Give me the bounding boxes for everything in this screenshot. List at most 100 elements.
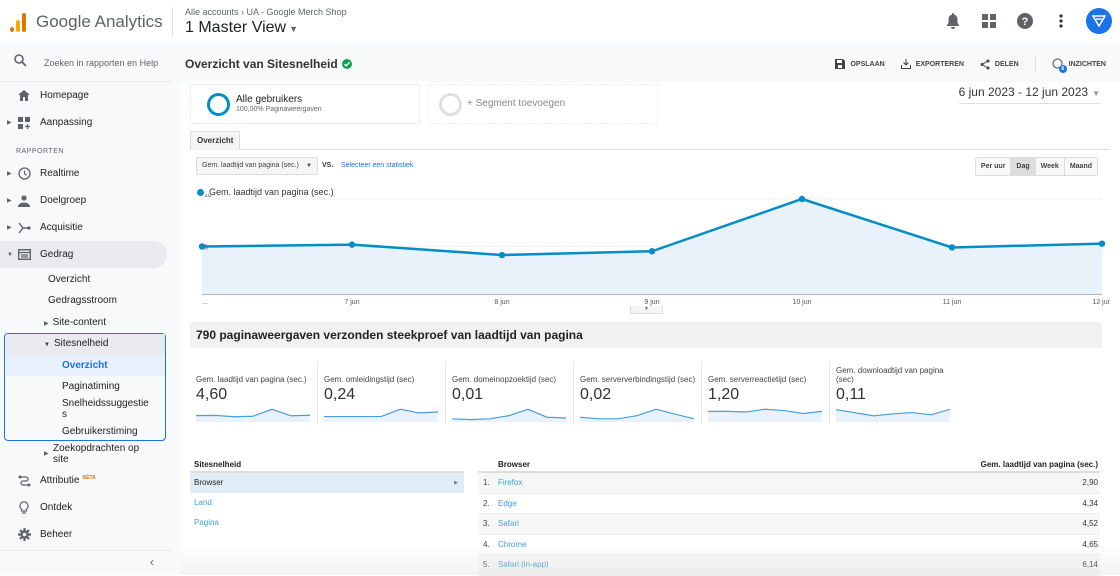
browser-link[interactable]: Edge	[498, 494, 517, 514]
sidebar-subitem-snelheidssuggesties[interactable]: Snelheidssuggestie s	[62, 398, 152, 420]
collapse-sidebar-chevron-icon[interactable]: ‹	[150, 555, 154, 569]
sparkline-chart	[452, 408, 566, 422]
sidebar-item-label: Doelgroep	[40, 195, 87, 206]
sidebar-subitem-overzicht-active[interactable]: Overzicht	[62, 360, 108, 371]
more-vert-icon[interactable]	[1050, 10, 1072, 32]
sidebar-item-realtime[interactable]: ▶ Realtime	[0, 160, 167, 187]
data-point[interactable]	[798, 195, 806, 203]
sidebar-item-aanpassing[interactable]: ▶ Aanpassing	[0, 109, 167, 136]
gear-icon	[17, 528, 31, 542]
breadcrumb[interactable]: Alle accounts › UA - Google Merch Shop	[185, 7, 347, 17]
sidebar-item-label: Acquisitie	[40, 222, 83, 233]
period-day-button[interactable]: Dag	[1011, 158, 1036, 175]
sidebar-subitem-sitesnelheid[interactable]: ▼ Sitesnelheid	[44, 338, 108, 349]
sidebar-subitem-overzicht[interactable]: Overzicht	[48, 274, 90, 285]
label: Zoekopdrachten op site	[53, 443, 140, 465]
sparkline-metric[interactable]: Gem. domeinopzoektijd (sec) 0,01	[446, 362, 574, 424]
sidebar-subitem-zoekopdrachten[interactable]: ▶ Zoekopdrachten op site	[44, 443, 144, 465]
metric-select[interactable]: Gem. laadtijd van pagina (sec.) ▼	[196, 157, 318, 175]
sparkline-metric[interactable]: Gem. laadtijd van pagina (sec.) 4,60	[190, 362, 318, 424]
metric-value: 0,11	[836, 386, 866, 403]
column-header-load-time[interactable]: Gem. laadtijd van pagina (sec.)	[981, 460, 1098, 469]
ga-logo[interactable]: Google Analytics	[10, 12, 170, 32]
bell-icon[interactable]	[942, 10, 964, 32]
sidebar-item-label: Beheer	[40, 529, 73, 540]
dimension-row-browser[interactable]: Browser ▶	[190, 473, 464, 493]
select-statistic-link[interactable]: Selecteer een statistiek	[341, 162, 413, 169]
data-point[interactable]	[648, 248, 656, 255]
table-row: 2. Edge 4,34	[478, 494, 1100, 514]
x-tick-label: 7 jun	[344, 299, 359, 306]
view-name: 1 Master View	[185, 19, 287, 36]
export-button[interactable]: EXPORTEREN	[900, 59, 964, 69]
sparkline-area	[324, 409, 438, 422]
data-point[interactable]	[348, 241, 356, 248]
sidebar-subitem-site-content[interactable]: ▶ Site-content	[44, 317, 106, 328]
x-tick-label: 10 jun	[792, 299, 811, 306]
tab-overzicht[interactable]: Overzicht	[190, 131, 241, 150]
date-range-picker[interactable]: 6 jun 2023 - 12 jun 2023 ▼	[958, 84, 1100, 104]
metric-select-value: Gem. laadtijd van pagina (sec.)	[202, 162, 299, 169]
account-avatar[interactable]	[1086, 8, 1112, 34]
metric-label: Gem. domeinopzoektijd (sec)	[452, 375, 557, 384]
insights-button[interactable]: 8 INZICHTEN	[1052, 58, 1106, 73]
sidebar-item-acquisitie[interactable]: ▶ Acquisitie	[0, 214, 167, 241]
y-tick-label: 5	[204, 245, 208, 252]
top-bar: Google Analytics Alle accounts › UA - Go…	[0, 0, 1120, 44]
column-header-browser: Browser	[498, 460, 531, 469]
sparkline-metric[interactable]: Gem. serverreactietijd (sec) 1,20	[702, 362, 830, 424]
sidebar-item-ontdek[interactable]: Ontdek	[0, 494, 167, 521]
dimension-row-pagina[interactable]: Pagina	[190, 513, 464, 533]
sidebar-item-attributie[interactable]: Attributie BÈTA	[0, 467, 167, 494]
date-range-text: 6 jun 2023 - 12 jun 2023	[958, 85, 1089, 99]
chart-scroll-handle[interactable]: ▼	[630, 306, 663, 314]
account-picker[interactable]: Alle accounts › UA - Google Merch Shop 1…	[185, 7, 347, 37]
metric-label: Gem. serverreactietijd (sec)	[708, 375, 807, 384]
data-point[interactable]	[498, 251, 506, 259]
sidebar-item-beheer[interactable]: Beheer	[0, 521, 167, 548]
label: DELEN	[994, 60, 1019, 68]
sidebar-search[interactable]: Zoeken in rapporten en Help	[0, 44, 172, 82]
dimension-row-land[interactable]: Land	[190, 493, 464, 513]
save-button[interactable]: OPSLAAN	[835, 59, 885, 69]
period-week-button[interactable]: Week	[1035, 158, 1065, 175]
view-selector[interactable]: 1 Master View ▼	[185, 19, 347, 37]
browser-link[interactable]: Safari	[498, 514, 519, 534]
sidebar-subitem-paginatiming[interactable]: Paginatiming	[62, 381, 120, 392]
divider	[172, 7, 173, 37]
metric-value: 0,02	[580, 386, 612, 403]
sidebar-item-homepage[interactable]: Homepage	[0, 82, 167, 109]
load-time-value: 2,90	[1082, 478, 1098, 487]
browser-link[interactable]: Firefox	[498, 473, 522, 493]
vs-label: VS.	[322, 162, 334, 169]
add-segment-button[interactable]: + Segment toevoegen	[428, 84, 658, 124]
sidebar-subitem-gebruikerstiming[interactable]: Gebruikerstiming	[62, 426, 138, 437]
insights-count-badge: 8	[1058, 65, 1067, 73]
sparkline-metric[interactable]: Gem. downloadtijd van pagina (sec) 0,11	[830, 362, 958, 424]
sparkline-row: Gem. laadtijd van pagina (sec.) 4,60 Gem. …	[190, 362, 958, 424]
metric-value: 0,24	[324, 386, 356, 403]
period-hour-button[interactable]: Per uur	[975, 158, 1012, 175]
sidebar-item-gedrag[interactable]: ▼ Gedrag	[0, 241, 167, 268]
data-point[interactable]	[1098, 240, 1106, 247]
row-index: 3.	[483, 519, 490, 528]
sparkline-metric[interactable]: Gem. omleidingstijd (sec) 0,24	[318, 362, 446, 424]
segment-all-users[interactable]: Alle gebruikers 100,00% Paginaweergaven	[190, 84, 420, 124]
analytics-logo-icon	[10, 12, 26, 32]
apps-grid-icon[interactable]	[978, 10, 1000, 32]
tab-bar: Overzicht	[190, 131, 1110, 150]
period-month-button[interactable]: Maand	[1064, 158, 1097, 175]
metric-value: 4,60	[196, 386, 228, 403]
share-button[interactable]: DELEN	[980, 59, 1019, 70]
person-icon	[17, 194, 31, 208]
sidebar-item-label: Attributie	[40, 475, 80, 486]
sidebar-subitem-gedragsstroom[interactable]: Gedragsstroom	[48, 295, 117, 306]
data-point[interactable]	[948, 244, 956, 251]
table-row: 3. Safari 4,52	[478, 514, 1100, 535]
collapse-arrow-icon: ▼	[7, 251, 13, 258]
sidebar-item-doelgroep[interactable]: ▶ Doelgroep	[0, 187, 167, 214]
sparkline-metric[interactable]: Gem. serververbindingstijd (sec) 0,02	[574, 362, 702, 424]
row-index: 1.	[483, 478, 490, 487]
metric-value: 1,20	[708, 386, 740, 403]
help-icon[interactable]: ?	[1014, 10, 1036, 32]
